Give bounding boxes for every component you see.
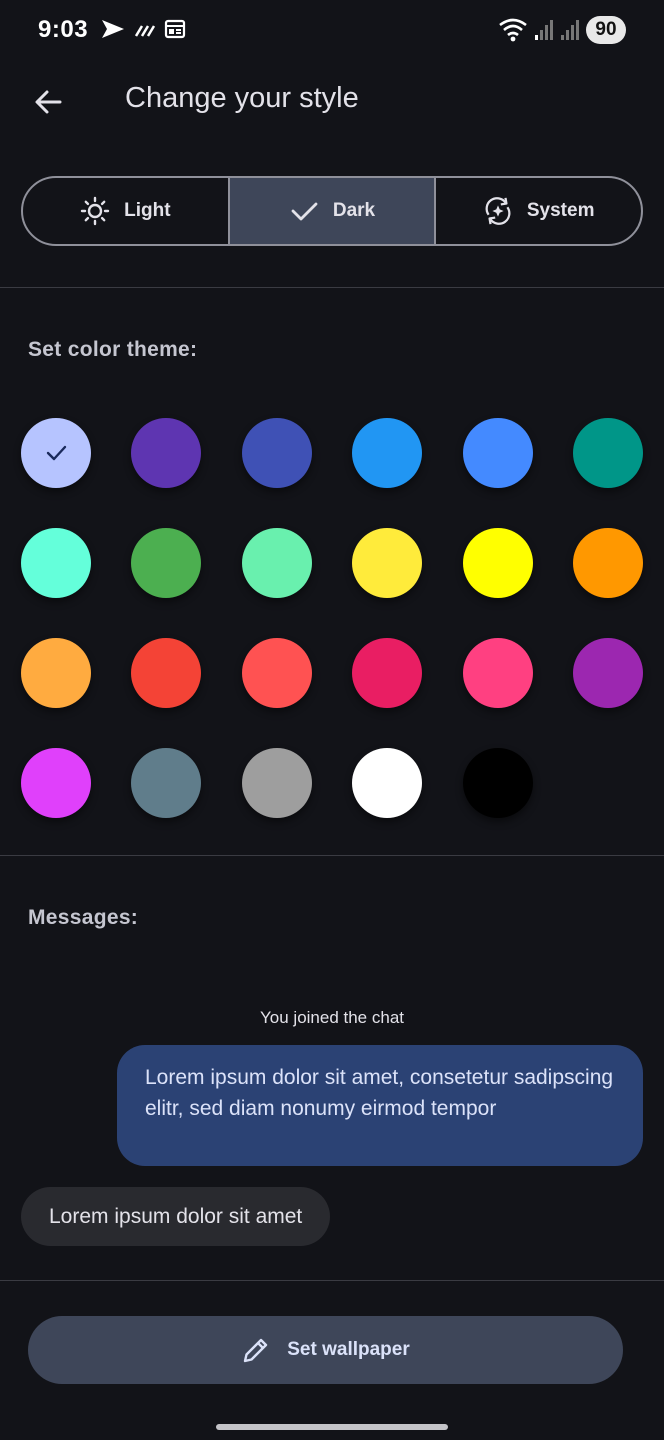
theme-mode-light-label: Light [124, 200, 171, 221]
color-swatch[interactable] [462, 418, 533, 488]
outgoing-message-bubble: Lorem ipsum dolor sit amet, consetetur s… [117, 1045, 643, 1166]
check-icon [46, 445, 67, 461]
color-swatch[interactable] [352, 748, 423, 818]
back-button[interactable] [26, 80, 70, 124]
theme-mode-dark-label: Dark [332, 200, 376, 221]
sun-icon [80, 196, 110, 226]
color-swatch[interactable] [131, 748, 202, 818]
color-swatch-selected[interactable] [21, 418, 91, 488]
color-swatch[interactable] [241, 418, 312, 488]
auto-mode-icon [483, 196, 513, 226]
cell-signal-icon [561, 20, 579, 40]
color-swatch[interactable] [21, 748, 91, 818]
color-swatch[interactable] [131, 418, 202, 488]
color-swatch[interactable] [21, 528, 91, 598]
theme-mode-dark[interactable]: Dark [227, 178, 435, 244]
divider [0, 1280, 664, 1281]
color-swatch[interactable] [572, 418, 643, 488]
signal-stripes-icon [134, 25, 156, 37]
color-swatch[interactable] [572, 638, 643, 708]
divider [0, 287, 664, 288]
arrow-left-icon [35, 90, 62, 114]
color-swatch[interactable] [462, 528, 533, 598]
divider [0, 855, 664, 856]
page-title: Change your style [125, 82, 359, 114]
system-message: You joined the chat [260, 1008, 404, 1027]
app-bar: Change your style [0, 62, 664, 140]
status-bar: 9:03 90 [0, 0, 664, 62]
color-swatch[interactable] [352, 638, 423, 708]
color-swatch[interactable] [352, 418, 423, 488]
set-wallpaper-button[interactable]: Set wallpaper [28, 1316, 623, 1384]
color-swatch[interactable] [241, 638, 312, 708]
set-wallpaper-label: Set wallpaper [287, 1339, 410, 1360]
color-swatch[interactable] [462, 748, 533, 818]
color-theme-grid [21, 418, 643, 818]
incoming-message-bubble: Lorem ipsum dolor sit amet [21, 1187, 331, 1246]
color-swatch[interactable] [352, 528, 423, 598]
check-icon [289, 196, 319, 226]
status-system-icons: 90 [498, 16, 626, 44]
color-swatch[interactable] [462, 638, 533, 708]
color-swatch[interactable] [241, 528, 312, 598]
color-swatch[interactable] [241, 748, 312, 818]
theme-mode-system[interactable]: System [434, 178, 641, 244]
theme-mode-system-label: System [526, 200, 595, 221]
color-swatch[interactable] [131, 528, 202, 598]
news-icon [164, 19, 186, 39]
send-icon [102, 20, 124, 38]
pencil-icon [244, 1338, 268, 1363]
status-notification-icons [100, 18, 186, 40]
cell-signal-icon [535, 20, 553, 40]
battery-indicator: 90 [586, 16, 626, 44]
status-time: 9:03 [38, 16, 89, 43]
messages-label: Messages: [28, 906, 139, 929]
color-swatch[interactable] [572, 528, 643, 598]
gesture-nav-handle[interactable] [216, 1424, 448, 1430]
theme-mode-selector: Light Dark System [21, 176, 643, 246]
color-swatch[interactable] [131, 638, 202, 708]
theme-mode-light[interactable]: Light [23, 178, 228, 244]
color-swatch[interactable] [21, 638, 91, 708]
color-theme-label: Set color theme: [28, 338, 198, 361]
wifi-icon [499, 18, 527, 42]
